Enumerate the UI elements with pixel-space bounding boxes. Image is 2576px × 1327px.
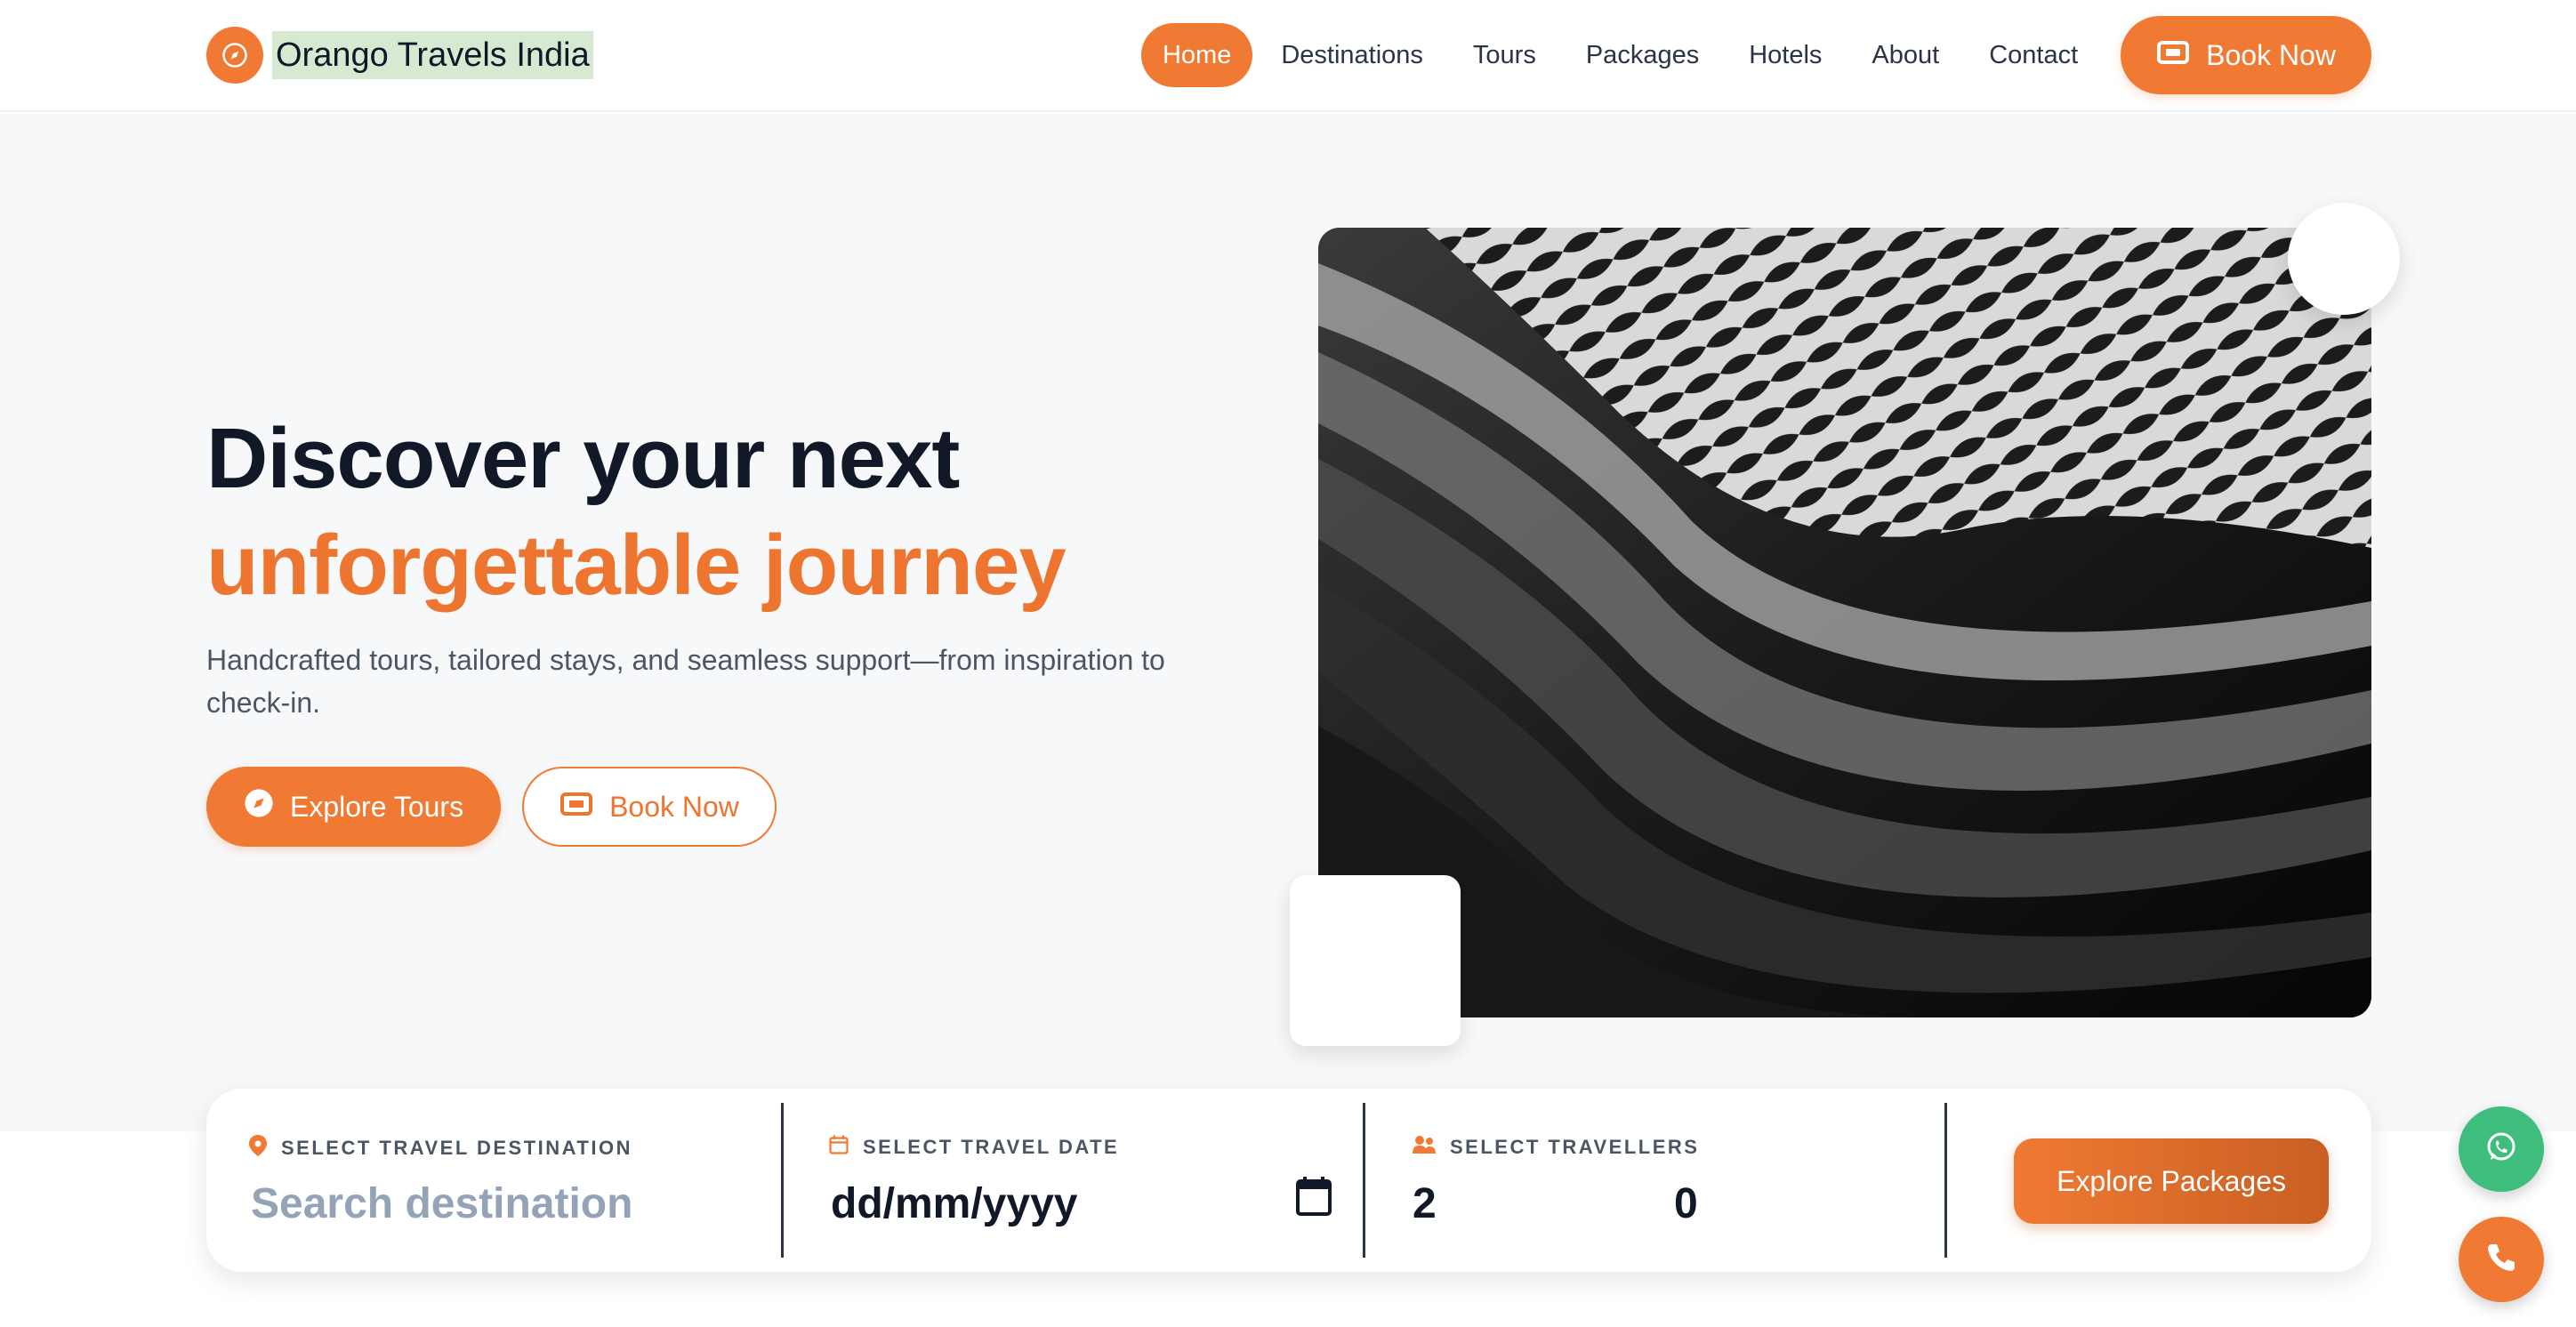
- destination-field[interactable]: SELECT TRAVEL DESTINATION Search destina…: [206, 1089, 781, 1272]
- ticket-icon: [2156, 39, 2190, 72]
- whatsapp-button[interactable]: [2459, 1106, 2544, 1192]
- explore-tours-label: Explore Tours: [290, 790, 464, 823]
- nav-home[interactable]: Home: [1140, 23, 1253, 87]
- destination-label: SELECT TRAVEL DESTINATION: [249, 1135, 632, 1162]
- travellers-field[interactable]: SELECT TRAVELLERS 2 0: [1366, 1089, 1944, 1272]
- nav-hotels[interactable]: Hotels: [1727, 23, 1843, 87]
- main-nav: Home Destinations Tours Packages Hotels …: [1134, 16, 2371, 94]
- hero-book-now-button[interactable]: Book Now: [522, 767, 777, 847]
- brand-name: Orango Travels India: [272, 31, 593, 79]
- brand[interactable]: Orango Travels India: [206, 27, 593, 84]
- adults-count[interactable]: 2: [1413, 1176, 1437, 1233]
- travellers-label: SELECT TRAVELLERS: [1413, 1135, 1699, 1160]
- nav-packages[interactable]: Packages: [1565, 23, 1720, 87]
- floating-badge-circle: [2288, 203, 2400, 315]
- site-header: Orango Travels India Home Destinations T…: [0, 0, 2576, 112]
- calendar-picker-icon[interactable]: [1295, 1176, 1332, 1221]
- destination-label-text: SELECT TRAVEL DESTINATION: [281, 1137, 632, 1159]
- users-icon: [1413, 1135, 1436, 1160]
- header-book-now-button[interactable]: Book Now: [2121, 16, 2371, 94]
- hero-title: Discover your next unforgettable journey: [206, 406, 1067, 619]
- nav-destinations[interactable]: Destinations: [1260, 23, 1445, 87]
- children-count[interactable]: 0: [1674, 1176, 1698, 1233]
- date-input[interactable]: dd/mm/yyyy: [831, 1176, 1077, 1233]
- divider: [781, 1103, 784, 1258]
- hero-image: [1318, 228, 2371, 1017]
- nav-contact[interactable]: Contact: [1968, 23, 2099, 87]
- explore-tours-button[interactable]: Explore Tours: [206, 767, 502, 847]
- hero-subtitle: Handcrafted tours, tailored stays, and s…: [206, 644, 1165, 719]
- page: Orango Travels India Home Destinations T…: [0, 0, 2576, 1327]
- compass-icon: [206, 27, 263, 84]
- calendar-icon: [829, 1135, 849, 1160]
- divider: [1944, 1103, 1947, 1258]
- map-pin-icon: [249, 1135, 267, 1162]
- explore-packages-button[interactable]: Explore Packages: [2014, 1138, 2329, 1224]
- call-button[interactable]: [2459, 1217, 2544, 1302]
- phone-icon: [2483, 1240, 2519, 1280]
- nav-about[interactable]: About: [1850, 23, 1960, 87]
- floating-badge-card: [1290, 875, 1461, 1046]
- ticket-icon: [559, 791, 593, 824]
- date-label: SELECT TRAVEL DATE: [829, 1135, 1119, 1160]
- date-label-text: SELECT TRAVEL DATE: [863, 1136, 1120, 1158]
- travellers-label-text: SELECT TRAVELLERS: [1450, 1136, 1700, 1158]
- date-field[interactable]: SELECT TRAVEL DATE dd/mm/yyyy: [785, 1089, 1363, 1272]
- hero-title-line2: unforgettable journey: [206, 518, 1067, 613]
- nav-tours[interactable]: Tours: [1452, 23, 1558, 87]
- hero-section: Discover your next unforgettable journey…: [0, 114, 2576, 1131]
- hero-actions: Explore Tours Book Now: [206, 767, 777, 847]
- whatsapp-icon: [2483, 1130, 2519, 1170]
- compass-icon: [244, 788, 274, 825]
- divider: [1363, 1103, 1365, 1258]
- destination-input[interactable]: Search destination: [251, 1176, 632, 1233]
- hero-book-now-label: Book Now: [609, 790, 739, 823]
- hero-title-line1: Discover your next: [206, 411, 960, 506]
- search-bar: SELECT TRAVEL DESTINATION Search destina…: [206, 1089, 2371, 1272]
- header-book-now-label: Book Now: [2206, 38, 2336, 71]
